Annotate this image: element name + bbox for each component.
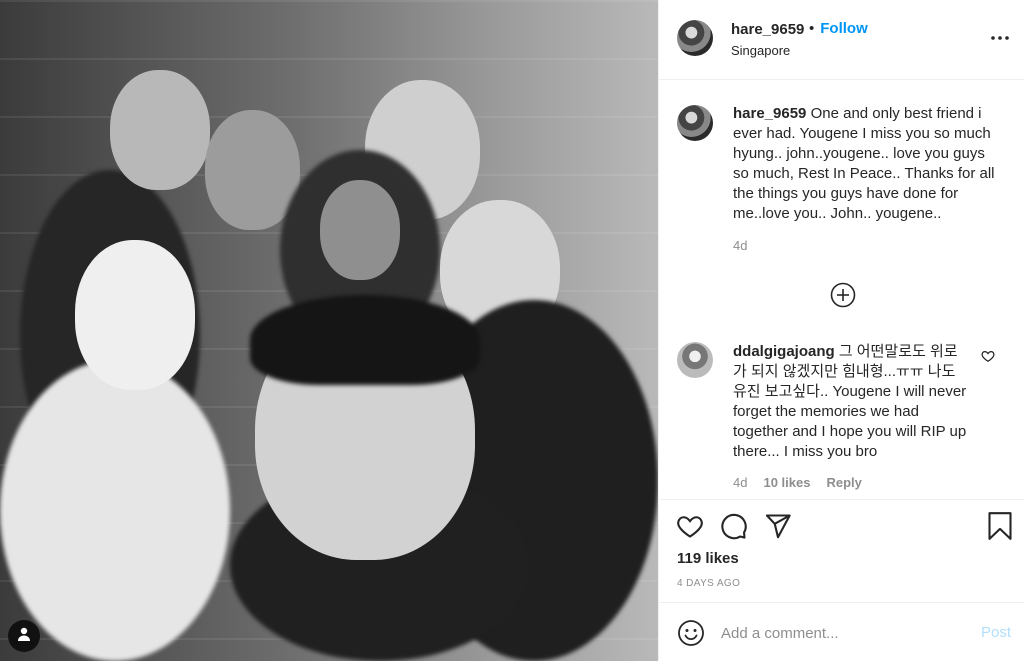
user-icon	[16, 626, 32, 647]
like-button[interactable]	[676, 512, 704, 540]
author-username[interactable]: hare_9659	[731, 21, 804, 38]
post-photo[interactable]	[0, 0, 658, 661]
follow-button[interactable]: • Follow	[809, 20, 868, 37]
photo-face	[110, 70, 210, 190]
photo-face	[320, 180, 400, 280]
caption-body: One and only best friend i ever had. You…	[733, 105, 995, 222]
heart-icon	[981, 350, 995, 367]
likes-count[interactable]: 119 likes	[677, 550, 739, 567]
comment-button[interactable]	[720, 512, 748, 540]
bookmark-icon	[987, 512, 1013, 544]
heart-icon	[676, 516, 704, 544]
tagged-users-button[interactable]	[8, 620, 40, 652]
more-horizontal-icon	[991, 27, 1009, 45]
separator-dot: •	[809, 20, 815, 37]
photo-face	[75, 240, 195, 390]
caption-text: hare_9659 One and only best friend i eve…	[733, 104, 1003, 224]
commenter-avatar[interactable]	[677, 342, 713, 378]
commenter-username[interactable]: ddalgigajoang	[733, 343, 835, 360]
caption-time[interactable]: 4d	[733, 238, 747, 253]
comment-likes[interactable]: 10 likes	[763, 475, 810, 490]
post-header: hare_9659 • Follow Singapore	[659, 0, 1024, 80]
photo-figure	[0, 360, 230, 661]
paper-plane-icon	[764, 514, 792, 544]
add-comment-bar: Post	[659, 602, 1024, 661]
comments-section[interactable]: hare_9659 One and only best friend i eve…	[659, 81, 1024, 499]
reply-button[interactable]: Reply	[826, 475, 861, 490]
comment-body: 그 어떤말로도 위로가 되지 않겠지만 힘내형...ㅠㅠ 나도 유진 보고싶다.…	[733, 343, 967, 460]
post-actions: 119 likes 4 DAYS AGO	[659, 499, 1024, 599]
share-button[interactable]	[764, 512, 792, 540]
follow-label[interactable]: Follow	[820, 20, 868, 37]
plus-circle-icon	[830, 282, 856, 312]
comment-time[interactable]: 4d	[733, 475, 747, 490]
more-options-button[interactable]	[990, 26, 1010, 46]
post-location[interactable]: Singapore	[731, 43, 790, 58]
save-button[interactable]	[987, 512, 1015, 540]
photo-hair	[250, 295, 480, 385]
post-sidebar: hare_9659 • Follow Singapore hare_9659 On…	[658, 0, 1024, 661]
like-comment-button[interactable]	[981, 349, 995, 363]
caption-avatar[interactable]	[677, 105, 713, 141]
comment-text: ddalgigajoang 그 어떤말로도 위로가 되지 않겠지만 힘내형...…	[733, 342, 967, 462]
emoji-smile-icon	[677, 620, 705, 651]
caption-username[interactable]: hare_9659	[733, 105, 806, 122]
author-avatar[interactable]	[677, 20, 713, 56]
post-comment-button[interactable]: Post	[981, 624, 1011, 641]
comment-input[interactable]	[721, 621, 961, 645]
comment-bubble-icon	[720, 513, 748, 544]
post-date[interactable]: 4 DAYS AGO	[677, 578, 740, 589]
load-more-comments-button[interactable]	[830, 282, 856, 308]
comment-meta: 4d 10 likes Reply	[733, 475, 862, 490]
emoji-button[interactable]	[677, 619, 705, 647]
